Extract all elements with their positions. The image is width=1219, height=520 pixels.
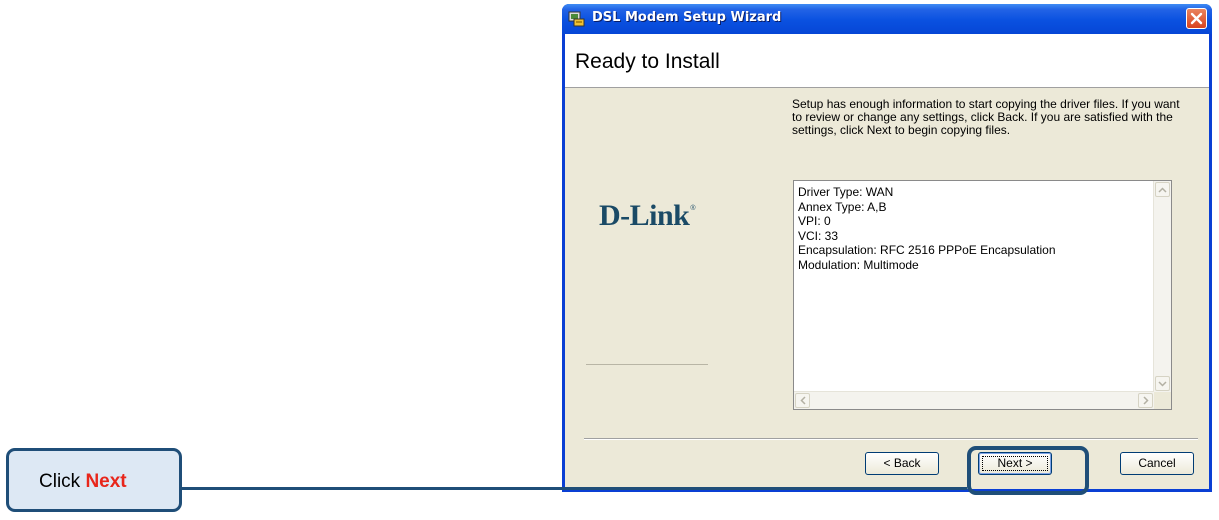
dlink-logo: D-Link® bbox=[599, 199, 696, 233]
logo-text: D-Link bbox=[599, 199, 690, 232]
wizard-header: Ready to Install bbox=[565, 34, 1209, 88]
next-button-highlight bbox=[967, 446, 1089, 495]
summary-line: VPI: 0 bbox=[798, 214, 831, 228]
scroll-right-button[interactable] bbox=[1138, 393, 1153, 408]
chevron-up-icon bbox=[1158, 186, 1167, 193]
summary-line: Annex Type: A,B bbox=[798, 199, 887, 214]
close-button[interactable] bbox=[1186, 8, 1207, 29]
wizard-client-area: Ready to Install D-Link® Setup has enoug… bbox=[565, 34, 1209, 489]
chevron-left-icon bbox=[799, 396, 806, 405]
horizontal-scrollbar[interactable] bbox=[794, 391, 1154, 409]
scrollbar-corner bbox=[1154, 392, 1171, 409]
vertical-scrollbar[interactable] bbox=[1153, 181, 1171, 392]
setup-wizard-window: DSL Modem Setup Wizard Ready to Install … bbox=[562, 4, 1212, 492]
registered-mark: ® bbox=[690, 205, 696, 212]
summary-line: VCI: 33 bbox=[798, 228, 839, 243]
settings-summary-box[interactable]: Driver Type: WAN Annex Type: A,B VPI: 0 … bbox=[793, 180, 1172, 410]
callout-emphasis: Next bbox=[85, 471, 127, 492]
instruction-callout: Click Next bbox=[6, 448, 182, 512]
page-title: Ready to Install bbox=[575, 50, 720, 73]
callout-prefix: Click bbox=[39, 471, 86, 492]
cancel-button[interactable]: Cancel bbox=[1120, 452, 1194, 475]
chevron-right-icon bbox=[1142, 396, 1149, 405]
button-divider bbox=[584, 438, 1198, 440]
callout-connector-line bbox=[182, 487, 967, 490]
summary-line: Driver Type: WAN bbox=[798, 185, 894, 199]
window-title: DSL Modem Setup Wizard bbox=[592, 10, 782, 25]
chevron-down-icon bbox=[1158, 380, 1167, 387]
back-button[interactable]: < Back bbox=[865, 452, 939, 475]
summary-line: Modulation: Multimode bbox=[798, 257, 919, 272]
close-icon bbox=[1190, 12, 1203, 25]
scroll-left-button[interactable] bbox=[795, 393, 810, 408]
settings-summary-text: Driver Type: WAN Annex Type: A,B VPI: 0 … bbox=[798, 185, 1148, 272]
summary-line: Encapsulation: RFC 2516 PPPoE Encapsulat… bbox=[798, 243, 1056, 257]
title-bar[interactable]: DSL Modem Setup Wizard bbox=[562, 4, 1212, 34]
callout-text: Click Next bbox=[39, 471, 127, 493]
scroll-down-button[interactable] bbox=[1155, 376, 1170, 391]
logo-divider bbox=[586, 364, 708, 365]
setup-app-icon bbox=[568, 11, 585, 27]
scroll-up-button[interactable] bbox=[1155, 182, 1170, 197]
instructions-text: Setup has enough information to start co… bbox=[792, 97, 1180, 137]
